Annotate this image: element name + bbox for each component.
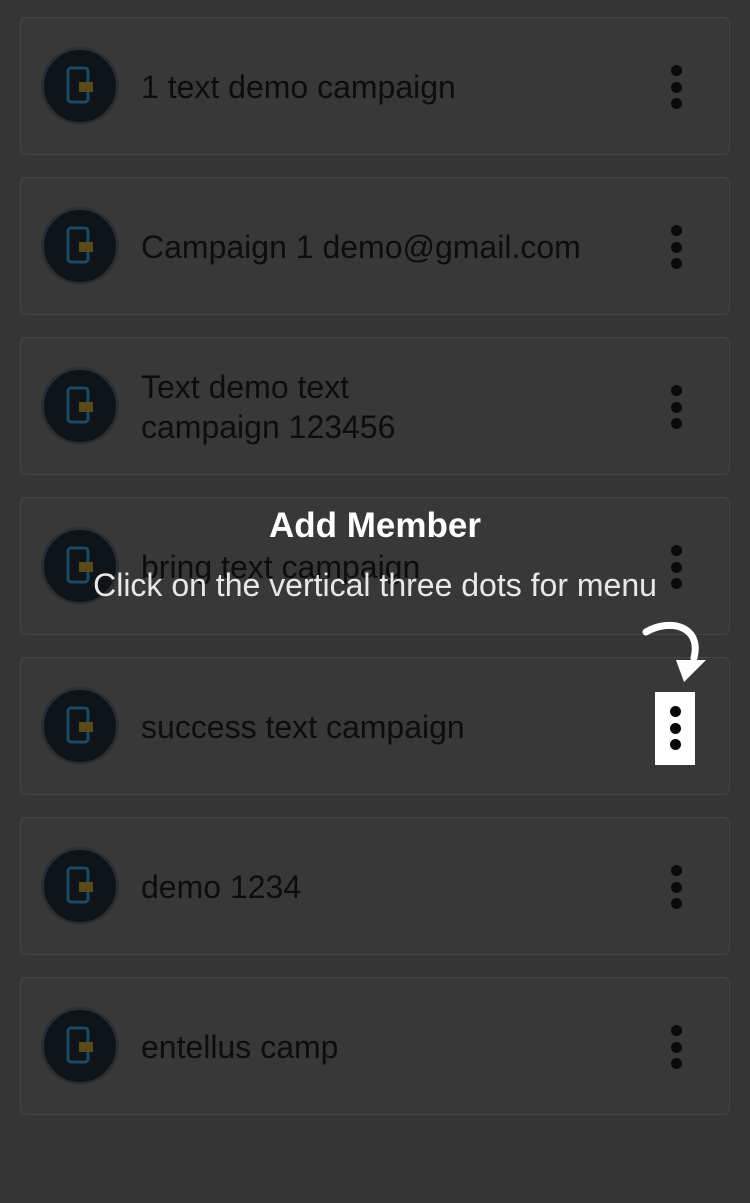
highlighted-menu-button[interactable] (655, 692, 695, 765)
more-options-icon[interactable] (662, 706, 688, 750)
campaign-avatar-icon (41, 687, 119, 765)
campaign-card[interactable]: entellus camp (20, 977, 730, 1115)
campaign-title: 1 text demo campaign (141, 69, 456, 105)
campaign-avatar-icon (41, 47, 119, 125)
campaign-card[interactable]: success text campaign (20, 657, 730, 795)
campaign-avatar-icon (41, 207, 119, 285)
campaign-avatar-icon (41, 367, 119, 445)
campaign-title: demo 1234 (141, 869, 302, 905)
campaign-title: success text campaign (141, 709, 465, 745)
campaign-card[interactable]: 1 text demo campaign (20, 17, 730, 155)
campaign-title: Campaign 1 demo@gmail.com (141, 229, 581, 265)
campaign-title: Text demo text campaign 123456 (141, 369, 396, 445)
campaign-avatar-icon (41, 1007, 119, 1085)
curved-arrow-icon (642, 621, 706, 682)
more-options-icon[interactable] (663, 65, 689, 109)
campaign-card[interactable]: demo 1234 (20, 817, 730, 955)
more-options-icon[interactable] (663, 1025, 689, 1069)
coachmark-instruction: Click on the vertical three dots for men… (93, 567, 657, 603)
campaign-avatar-icon (41, 847, 119, 925)
more-options-icon[interactable] (663, 865, 689, 909)
more-options-icon[interactable] (663, 225, 689, 269)
campaign-title: entellus camp (141, 1029, 339, 1065)
campaign-card[interactable]: Text demo text campaign 123456 (20, 337, 730, 475)
more-options-icon[interactable] (663, 385, 689, 429)
coachmark-title: Add Member (269, 506, 481, 545)
campaign-card[interactable]: Campaign 1 demo@gmail.com (20, 177, 730, 315)
